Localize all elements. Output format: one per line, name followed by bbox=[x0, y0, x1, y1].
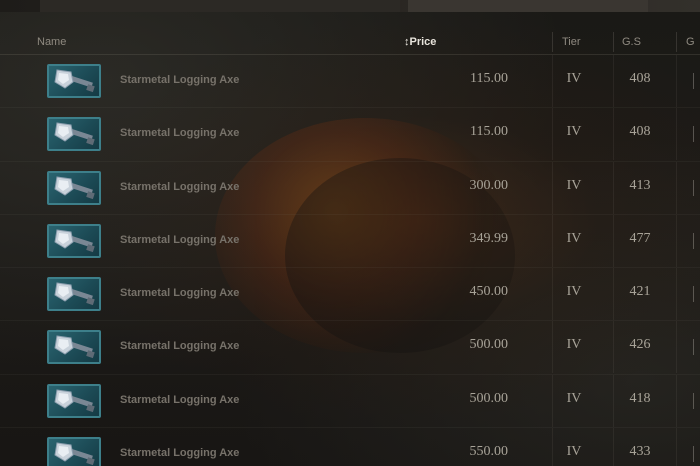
axe-icon bbox=[47, 223, 101, 258]
column-header-price[interactable]: ↕Price bbox=[404, 36, 436, 48]
column-divider bbox=[613, 374, 614, 427]
item-price: 500.00 bbox=[469, 390, 509, 406]
item-price: 550.00 bbox=[469, 444, 509, 460]
table-row[interactable]: Starmetal Logging Axe 550.00 IV 433 bbox=[0, 428, 700, 466]
column-divider bbox=[676, 214, 677, 267]
table-row[interactable]: Starmetal Logging Axe 115.00 IV 408 bbox=[0, 108, 700, 162]
item-tier: IV bbox=[566, 337, 582, 353]
column-divider bbox=[676, 161, 677, 214]
column-divider bbox=[552, 214, 553, 267]
column-divider bbox=[552, 428, 553, 466]
table-row[interactable]: Starmetal Logging Axe 500.00 IV 426 bbox=[0, 321, 700, 375]
item-name: Starmetal Logging Axe bbox=[120, 287, 240, 300]
column-divider bbox=[676, 374, 677, 427]
item-name: Starmetal Logging Axe bbox=[120, 393, 240, 406]
item-name: Starmetal Logging Axe bbox=[120, 127, 240, 140]
item-tier: IV bbox=[566, 230, 582, 246]
column-divider bbox=[613, 108, 614, 161]
column-divider bbox=[613, 32, 614, 52]
column-divider bbox=[613, 428, 614, 466]
column-divider bbox=[552, 32, 553, 52]
item-gear-score: 408 bbox=[629, 124, 651, 140]
column-header-gs[interactable]: G.S bbox=[622, 36, 641, 48]
table-row[interactable]: Starmetal Logging Axe 500.00 IV 418 bbox=[0, 374, 700, 429]
column-divider bbox=[613, 161, 614, 214]
item-gear-score: 433 bbox=[629, 444, 651, 460]
column-divider bbox=[676, 268, 677, 321]
item-name: Starmetal Logging Axe bbox=[120, 340, 240, 353]
column-divider bbox=[552, 268, 553, 321]
axe-icon bbox=[47, 277, 101, 312]
axe-icon bbox=[47, 64, 101, 98]
column-divider bbox=[613, 268, 614, 321]
item-name: Starmetal Logging Axe bbox=[120, 233, 240, 246]
item-price: 115.00 bbox=[470, 71, 508, 86]
item-gear-score: 421 bbox=[629, 284, 651, 300]
row-edge-marker bbox=[693, 339, 700, 356]
item-tier: IV bbox=[566, 284, 582, 300]
axe-icon bbox=[47, 383, 101, 418]
top-bar bbox=[0, 0, 700, 12]
listings-table: Name ↕Price Tier G.S G Starmetal Logging… bbox=[0, 30, 700, 466]
table-row[interactable]: Starmetal Logging Axe 115.00 IV 408 bbox=[0, 55, 700, 109]
row-edge-marker bbox=[693, 179, 700, 196]
item-gear-score: 408 bbox=[629, 71, 651, 86]
item-name: Starmetal Logging Axe bbox=[120, 180, 240, 193]
table-body: Starmetal Logging Axe 115.00 IV 408 Star… bbox=[0, 55, 700, 466]
item-tier: IV bbox=[566, 71, 582, 86]
item-name: Starmetal Logging Axe bbox=[120, 74, 240, 86]
column-divider bbox=[613, 214, 614, 267]
column-header-extra[interactable]: G bbox=[686, 36, 695, 48]
row-edge-marker bbox=[693, 73, 700, 89]
table-row[interactable]: Starmetal Logging Axe 450.00 IV 421 bbox=[0, 268, 700, 322]
axe-icon bbox=[47, 170, 101, 205]
item-price: 300.00 bbox=[469, 177, 509, 193]
item-tier: IV bbox=[566, 177, 582, 193]
column-divider bbox=[552, 108, 553, 161]
row-edge-marker bbox=[693, 392, 700, 409]
item-price: 349.99 bbox=[469, 230, 509, 246]
item-tier: IV bbox=[566, 390, 582, 406]
row-edge-marker bbox=[693, 446, 700, 463]
column-divider bbox=[676, 428, 677, 466]
item-gear-score: 418 bbox=[629, 390, 651, 406]
item-gear-score: 426 bbox=[629, 337, 651, 353]
item-name: Starmetal Logging Axe bbox=[120, 447, 240, 460]
column-header-name[interactable]: Name bbox=[37, 36, 66, 48]
row-edge-marker bbox=[693, 232, 700, 249]
axe-icon bbox=[47, 117, 101, 152]
column-divider bbox=[613, 321, 614, 374]
axe-icon bbox=[47, 330, 101, 365]
column-header-price-label: Price bbox=[409, 36, 437, 48]
table-row[interactable]: Starmetal Logging Axe 349.99 IV 477 bbox=[0, 214, 700, 269]
column-header-tier[interactable]: Tier bbox=[562, 36, 581, 48]
item-tier: IV bbox=[566, 124, 582, 140]
item-price: 450.00 bbox=[469, 284, 509, 300]
table-row[interactable]: Starmetal Logging Axe 300.00 IV 413 bbox=[0, 161, 700, 215]
column-divider bbox=[676, 32, 677, 52]
trading-post-screen: Name ↕Price Tier G.S G Starmetal Logging… bbox=[0, 0, 700, 466]
item-price: 500.00 bbox=[469, 337, 509, 353]
column-divider bbox=[676, 55, 677, 107]
item-tier: IV bbox=[566, 444, 582, 460]
table-header: Name ↕Price Tier G.S G bbox=[0, 30, 700, 55]
column-divider bbox=[552, 55, 553, 107]
row-edge-marker bbox=[693, 126, 700, 143]
column-divider bbox=[676, 108, 677, 161]
top-bar-segment bbox=[408, 0, 648, 12]
column-divider bbox=[552, 161, 553, 214]
axe-icon bbox=[47, 437, 101, 466]
row-edge-marker bbox=[693, 286, 700, 303]
column-divider bbox=[676, 321, 677, 374]
item-gear-score: 477 bbox=[629, 230, 651, 246]
column-divider bbox=[552, 374, 553, 427]
item-price: 115.00 bbox=[470, 124, 508, 140]
column-divider bbox=[552, 321, 553, 374]
column-divider bbox=[613, 55, 614, 107]
item-gear-score: 413 bbox=[629, 177, 651, 193]
top-bar-segment bbox=[40, 0, 400, 12]
